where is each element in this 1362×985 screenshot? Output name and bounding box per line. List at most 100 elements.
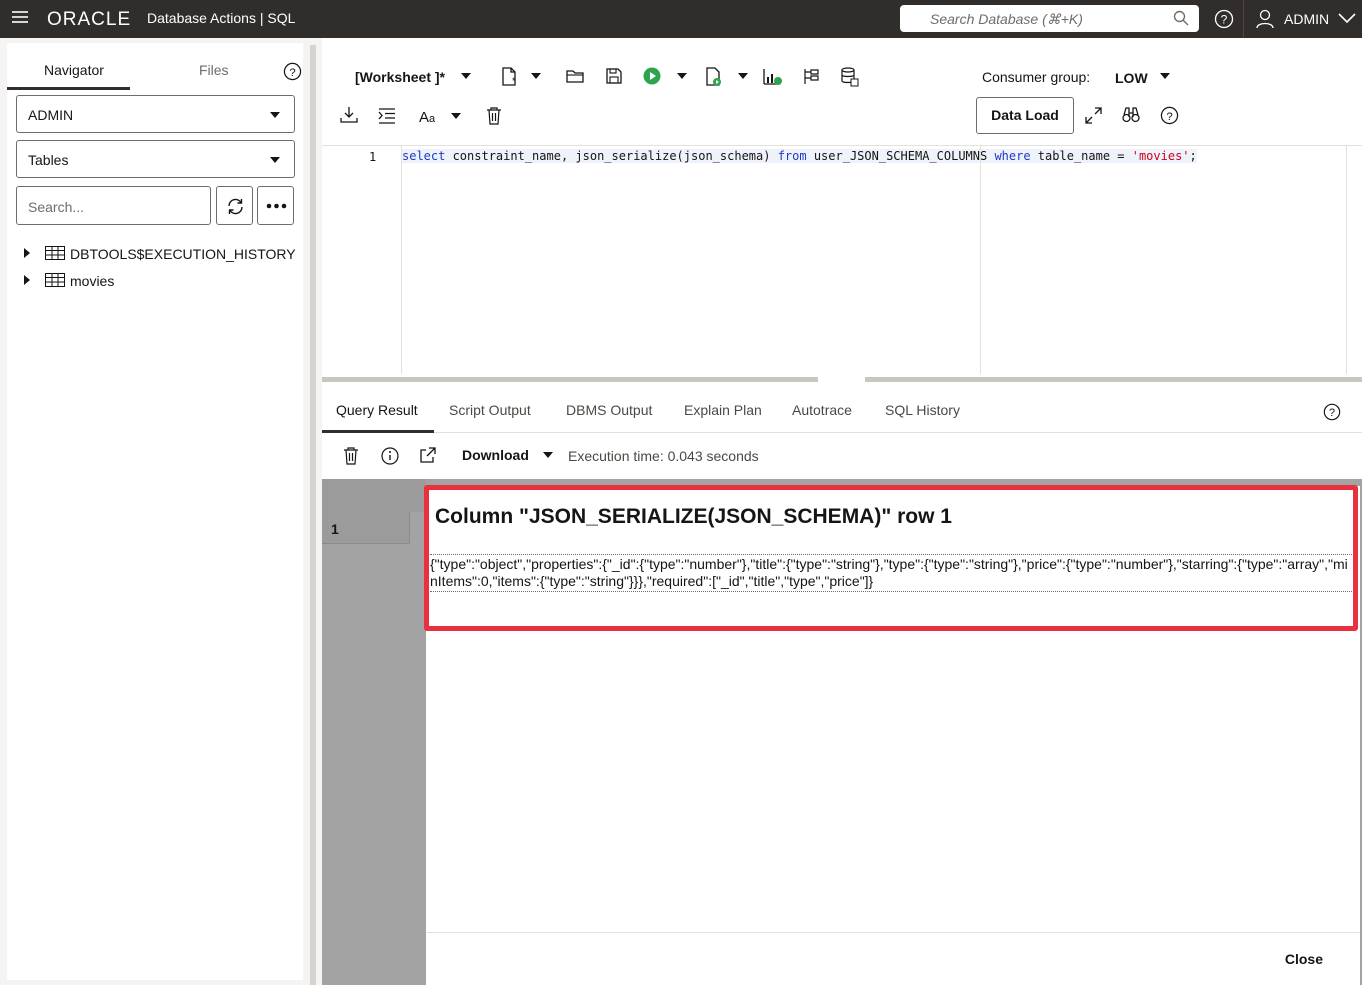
- search-placeholder: Search Database (⌘+K): [930, 11, 1083, 27]
- tab-script-output[interactable]: Script Output: [449, 402, 531, 418]
- text-case-caret[interactable]: [451, 113, 461, 119]
- code-terminator: ;: [1189, 149, 1197, 163]
- search-placeholder: Search...: [28, 199, 85, 215]
- tab-files[interactable]: Files: [199, 62, 229, 78]
- worksheet-toolbar: [Worksheet ]* * Consumer group: LOW Aa D…: [322, 38, 1362, 145]
- close-button[interactable]: Close: [1285, 951, 1323, 967]
- run-script-icon[interactable]: [705, 67, 723, 87]
- tab-sql-history[interactable]: SQL History: [885, 402, 960, 418]
- download-caret[interactable]: [543, 452, 553, 458]
- new-worksheet-icon[interactable]: *: [501, 67, 519, 87]
- execution-time: Execution time: 0.043 seconds: [568, 448, 759, 464]
- data-load-button[interactable]: Data Load: [976, 97, 1074, 134]
- navigator-panel: Navigator Files ? ADMIN Tables Search...…: [0, 38, 310, 985]
- keyword-from: from: [777, 149, 807, 163]
- svg-text:?: ?: [1166, 111, 1172, 123]
- text-case-icon[interactable]: Aa: [418, 108, 440, 124]
- download-icon[interactable]: [340, 106, 358, 124]
- autotrace-icon[interactable]: [803, 68, 819, 86]
- more-icon: [266, 203, 287, 209]
- hamburger-menu-icon[interactable]: [12, 11, 28, 27]
- refresh-button[interactable]: [216, 186, 253, 225]
- user-icon[interactable]: [1256, 9, 1274, 29]
- string-literal: 'movies': [1131, 149, 1190, 163]
- app-title: Database Actions | SQL: [147, 10, 296, 26]
- worksheet-menu-caret[interactable]: [461, 73, 471, 79]
- code-table: user_JSON_SCHEMA_COLUMNS: [806, 149, 995, 163]
- tab-dbms-output[interactable]: DBMS Output: [566, 402, 652, 418]
- refresh-icon: [228, 198, 243, 215]
- scrollbar-track-right: [865, 377, 1362, 382]
- save-icon[interactable]: [606, 68, 622, 84]
- caret-down-icon: [270, 112, 280, 118]
- svg-text:*: *: [512, 76, 516, 86]
- object-type-value: Tables: [28, 152, 69, 168]
- tab-navigator[interactable]: Navigator: [44, 62, 104, 78]
- run-statement-icon[interactable]: [643, 67, 661, 85]
- oracle-logo: ORACLE: [47, 9, 132, 30]
- new-menu-caret[interactable]: [531, 73, 541, 79]
- database-info-icon[interactable]: [841, 67, 859, 87]
- active-tab-indicator: [7, 87, 130, 90]
- editor-margin-line: [980, 146, 981, 374]
- clear-results-trash-icon[interactable]: [343, 447, 359, 465]
- object-type-select[interactable]: Tables: [16, 140, 295, 178]
- script-menu-caret[interactable]: [738, 73, 748, 79]
- worksheet-name[interactable]: [Worksheet ]*: [355, 69, 445, 85]
- explain-plan-icon[interactable]: [763, 68, 783, 86]
- scrollbar-track-left: [322, 377, 818, 382]
- download-button[interactable]: Download: [462, 447, 529, 463]
- row-number-cell: 1: [322, 512, 410, 544]
- consumer-group-select[interactable]: LOW: [1115, 70, 1148, 86]
- result-tabs: Query Result Script Output DBMS Output E…: [322, 389, 1362, 433]
- schema-select[interactable]: ADMIN: [16, 95, 295, 133]
- sql-editor[interactable]: 1 select constraint_name, json_serialize…: [322, 145, 1362, 374]
- editor-scroll-edge: [1346, 146, 1347, 374]
- help-icon[interactable]: ?: [1323, 403, 1341, 421]
- more-options-button[interactable]: [257, 186, 294, 225]
- navigator-search-input[interactable]: Search...: [16, 186, 211, 225]
- top-bar: ORACLE Database Actions | SQL Search Dat…: [0, 0, 1362, 38]
- caret-down-icon: [270, 157, 280, 163]
- search-database-input[interactable]: Search Database (⌘+K): [900, 5, 1199, 32]
- run-menu-caret[interactable]: [677, 73, 687, 79]
- user-name[interactable]: ADMIN: [1284, 11, 1329, 27]
- tree-item-label: DBTOOLS$EXECUTION_HISTORY: [70, 246, 296, 262]
- grid-header: [322, 479, 426, 512]
- code-columns: constraint_name, json_serialize(json_sch…: [445, 149, 778, 163]
- result-toolbar: Download Execution time: 0.043 seconds: [322, 433, 1362, 479]
- keyword-where: where: [994, 149, 1031, 163]
- sql-code-line[interactable]: select constraint_name, json_serialize(j…: [402, 149, 1197, 163]
- keyword-select: select: [402, 149, 446, 163]
- panel-splitter[interactable]: [310, 38, 322, 985]
- open-external-icon[interactable]: [419, 447, 436, 464]
- help-icon[interactable]: ?: [1160, 106, 1179, 125]
- table-icon: [45, 273, 65, 287]
- open-folder-icon[interactable]: [566, 68, 584, 84]
- schema-value: ADMIN: [28, 107, 74, 123]
- tab-autotrace[interactable]: Autotrace: [792, 402, 852, 418]
- svg-text:a: a: [429, 113, 436, 124]
- info-icon[interactable]: [381, 447, 399, 465]
- help-icon[interactable]: ?: [283, 62, 302, 81]
- expand-icon[interactable]: [1085, 107, 1102, 124]
- chevron-down-icon[interactable]: [1338, 12, 1356, 24]
- svg-text:?: ?: [1221, 13, 1228, 27]
- svg-text:?: ?: [289, 67, 295, 79]
- find-binoculars-icon[interactable]: [1122, 107, 1140, 123]
- table-icon: [45, 246, 65, 260]
- consumer-group-caret[interactable]: [1160, 73, 1170, 79]
- svg-text:?: ?: [1329, 407, 1335, 419]
- horizontal-splitter[interactable]: [322, 375, 1362, 383]
- trash-icon[interactable]: [486, 107, 502, 125]
- consumer-group-label: Consumer group:: [982, 69, 1091, 85]
- line-number: 1: [369, 150, 377, 164]
- row-number: 1: [331, 521, 339, 537]
- format-indent-icon[interactable]: [378, 108, 396, 124]
- tab-explain-plan[interactable]: Explain Plan: [684, 402, 762, 418]
- search-icon: [1173, 10, 1189, 26]
- help-icon[interactable]: ?: [1214, 9, 1234, 29]
- expand-arrow-icon[interactable]: [24, 248, 30, 258]
- expand-arrow-icon[interactable]: [24, 275, 30, 285]
- tab-query-result[interactable]: Query Result: [336, 402, 418, 418]
